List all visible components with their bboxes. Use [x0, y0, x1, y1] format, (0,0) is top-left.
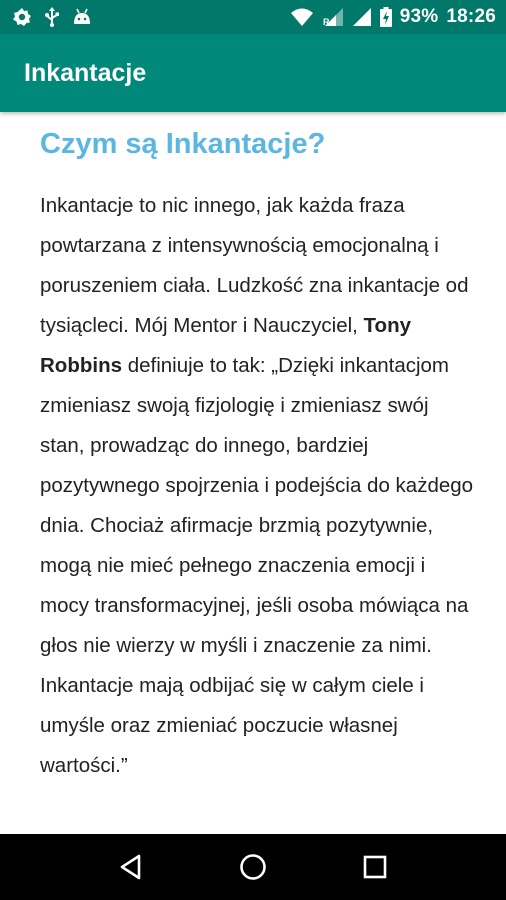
home-button[interactable]: [233, 847, 273, 887]
settings-gear-icon: [12, 7, 32, 27]
recents-icon: [363, 855, 387, 879]
usb-icon: [44, 7, 60, 27]
article-paragraph: Inkantacje to nic innego, jak każda fraz…: [40, 186, 476, 786]
signal-r-icon: R: [322, 7, 344, 27]
android-icon: [72, 8, 92, 26]
signal-icon: [352, 7, 372, 27]
battery-charging-icon: [379, 7, 392, 27]
back-button[interactable]: [111, 847, 151, 887]
app-bar: Inkantacje: [0, 34, 506, 112]
article-content[interactable]: Czym są Inkantacje? Inkantacje to nic in…: [0, 112, 506, 834]
article-heading: Czym są Inkantacje?: [40, 128, 326, 160]
clock-time: 18:26: [446, 6, 496, 27]
navigation-bar: [0, 834, 506, 900]
status-left-icons: [12, 7, 92, 27]
status-right-icons: R 93% 18:26: [290, 6, 496, 28]
paragraph-text-end: definiuje to tak: „Dzięki inkantacjom zm…: [40, 354, 474, 777]
recents-button[interactable]: [355, 847, 395, 887]
wifi-icon: [290, 7, 314, 27]
svg-text:R: R: [323, 17, 330, 27]
home-icon: [240, 854, 266, 880]
back-icon: [120, 854, 141, 880]
app-title: Inkantacje: [24, 58, 147, 87]
status-bar: R 93% 18:26: [0, 0, 506, 34]
battery-percent: 93%: [399, 6, 439, 27]
